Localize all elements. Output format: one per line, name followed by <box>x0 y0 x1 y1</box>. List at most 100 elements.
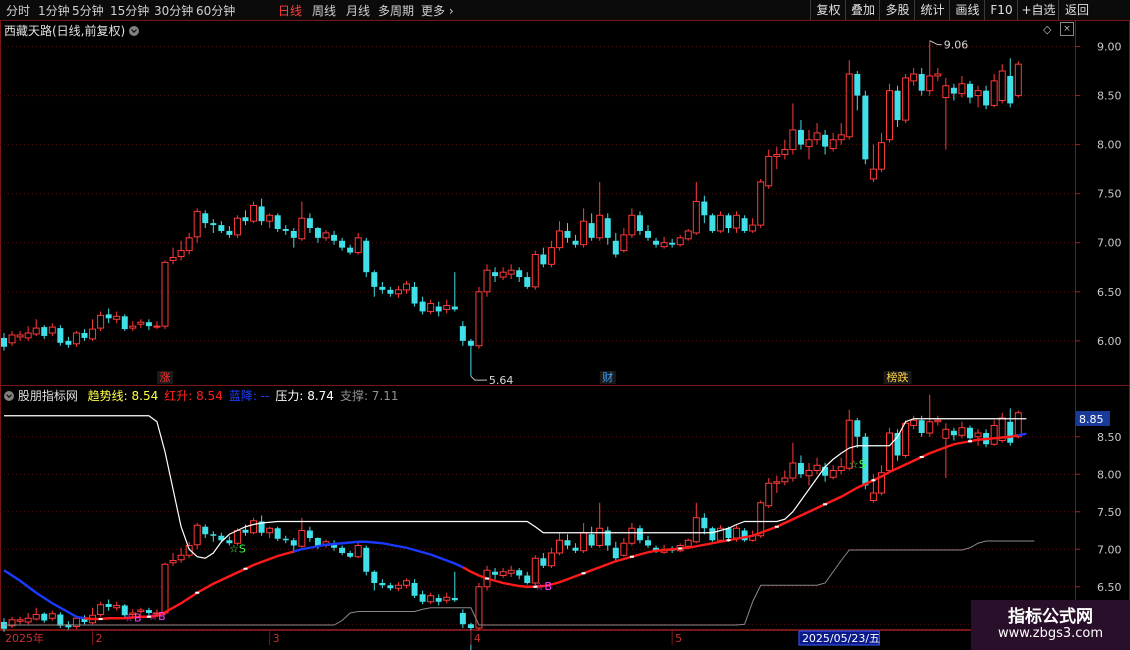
indicator-candle-body[interactable] <box>387 585 394 589</box>
main-candle-body[interactable] <box>347 247 354 253</box>
indicator-candle-body[interactable] <box>797 463 804 475</box>
main-candle-body[interactable] <box>998 70 1006 101</box>
main-candle-body[interactable] <box>250 204 258 222</box>
main-candle-body[interactable] <box>773 153 781 157</box>
main-candle-body[interactable] <box>604 218 611 238</box>
indicator-candle-body[interactable] <box>274 528 281 539</box>
main-candle-body[interactable] <box>684 230 692 240</box>
main-candle-body[interactable] <box>967 83 973 98</box>
main-candle-body[interactable] <box>185 237 193 252</box>
main-candle-body[interactable] <box>660 242 668 248</box>
indicator-candle-body[interactable] <box>789 462 797 479</box>
main-candle-body[interactable] <box>105 314 112 319</box>
main-candle-body[interactable] <box>298 217 306 240</box>
main-candle-body[interactable] <box>620 234 628 252</box>
indicator-candle-body[interactable] <box>169 560 177 564</box>
indicator-candle-body[interactable] <box>805 470 813 477</box>
indicator-candle-body[interactable] <box>363 547 370 572</box>
main-candle-body[interactable] <box>41 327 48 336</box>
main-candle-body[interactable] <box>926 75 934 92</box>
main-candle-body[interactable] <box>540 254 547 265</box>
main-candle-body[interactable] <box>877 142 885 170</box>
main-candle-body[interactable] <box>354 237 362 254</box>
indicator-candle-body[interactable] <box>990 425 998 445</box>
main-candle-body[interactable] <box>974 90 982 97</box>
indicator-candle-body[interactable] <box>113 605 121 609</box>
main-candle-body[interactable] <box>371 272 378 287</box>
main-candle-body[interactable] <box>531 254 539 288</box>
indicator-candle-body[interactable] <box>918 420 925 433</box>
main-candle-body[interactable] <box>177 250 185 257</box>
main-candle-body[interactable] <box>161 261 169 327</box>
indicator-candle-body[interactable] <box>202 526 209 535</box>
indicator-candle-body[interactable] <box>16 619 24 622</box>
main-candle-body[interactable] <box>145 322 152 327</box>
indicator-candle-body[interactable] <box>524 575 531 584</box>
main-candle-body[interactable] <box>701 201 708 216</box>
main-candle-body[interactable] <box>580 220 588 246</box>
indicator-candle-body[interactable] <box>958 427 966 436</box>
indicator-candle-body[interactable] <box>829 470 837 478</box>
indicator-candle-body[interactable] <box>41 613 48 621</box>
indicator-candle-body[interactable] <box>967 427 973 439</box>
main-candle-body[interactable] <box>653 240 660 245</box>
indicator-candle-body[interactable] <box>547 552 555 567</box>
indicator-candle-body[interactable] <box>733 527 741 539</box>
main-candle-body[interactable] <box>990 80 998 106</box>
main-candle-body[interactable] <box>628 214 636 236</box>
indicator-candle-body[interactable] <box>950 430 957 436</box>
main-candle-body[interactable] <box>725 215 732 229</box>
main-candle-body[interactable] <box>749 224 757 232</box>
main-candle-body[interactable] <box>451 306 458 310</box>
main-candle-body[interactable] <box>837 134 845 141</box>
main-candle-body[interactable] <box>894 90 901 121</box>
main-candle-body[interactable] <box>918 73 925 91</box>
main-candle-body[interactable] <box>636 215 643 231</box>
indicator-candle-body[interactable] <box>354 545 362 558</box>
indicator-candle-body[interactable] <box>725 528 732 538</box>
main-candle-body[interactable] <box>218 225 225 231</box>
main-candle-body[interactable] <box>467 340 474 346</box>
main-candle-body[interactable] <box>829 139 837 150</box>
indicator-candle-body[interactable] <box>48 613 56 619</box>
main-candle-body[interactable] <box>419 301 426 312</box>
indicator-candle-body[interactable] <box>306 530 313 539</box>
indicator-candle-body[interactable] <box>233 530 241 544</box>
main-candle-body[interactable] <box>314 228 321 238</box>
indicator-candle-body[interactable] <box>185 545 193 556</box>
main-candle-body[interactable] <box>797 129 804 145</box>
indicator-candle-body[interactable] <box>242 529 249 533</box>
indicator-candle-body[interactable] <box>701 517 708 529</box>
main-candle-body[interactable] <box>781 149 789 155</box>
indicator-candle-body[interactable] <box>298 530 306 547</box>
main-candle-body[interactable] <box>475 291 483 347</box>
indicator-candle-body[interactable] <box>837 466 845 471</box>
indicator-candle-body[interactable] <box>411 583 418 596</box>
main-candle-body[interactable] <box>113 315 121 320</box>
main-candle-body[interactable] <box>958 83 966 95</box>
indicator-candle-body[interactable] <box>394 584 402 589</box>
indicator-candle-body[interactable] <box>467 624 474 628</box>
main-candle-body[interactable] <box>306 218 313 229</box>
indicator-candle-body[interactable] <box>347 553 354 557</box>
indicator-candle-body[interactable] <box>588 534 595 546</box>
main-candle-body[interactable] <box>97 314 105 329</box>
main-candle-body[interactable] <box>716 214 724 232</box>
main-candle-body[interactable] <box>934 73 942 77</box>
indicator-candle-body[interactable] <box>555 539 563 554</box>
main-candle-body[interactable] <box>290 230 297 238</box>
indicator-candle-body[interactable] <box>290 540 297 546</box>
main-candle-body[interactable] <box>266 214 274 222</box>
main-candle-body[interactable] <box>459 326 466 341</box>
main-candle-body[interactable] <box>862 95 869 160</box>
main-candle-body[interactable] <box>202 213 209 224</box>
main-candle-body[interactable] <box>443 305 451 310</box>
indicator-candle-body[interactable] <box>620 542 628 556</box>
main-candle-body[interactable] <box>950 87 957 94</box>
indicator-candle-body[interactable] <box>266 527 274 534</box>
main-candle-body[interactable] <box>387 289 394 294</box>
main-candle-body[interactable] <box>89 328 97 340</box>
indicator-candle-body[interactable] <box>692 517 700 543</box>
indicator-candle-body[interactable] <box>974 432 982 438</box>
main-candle-body[interactable] <box>322 232 330 239</box>
